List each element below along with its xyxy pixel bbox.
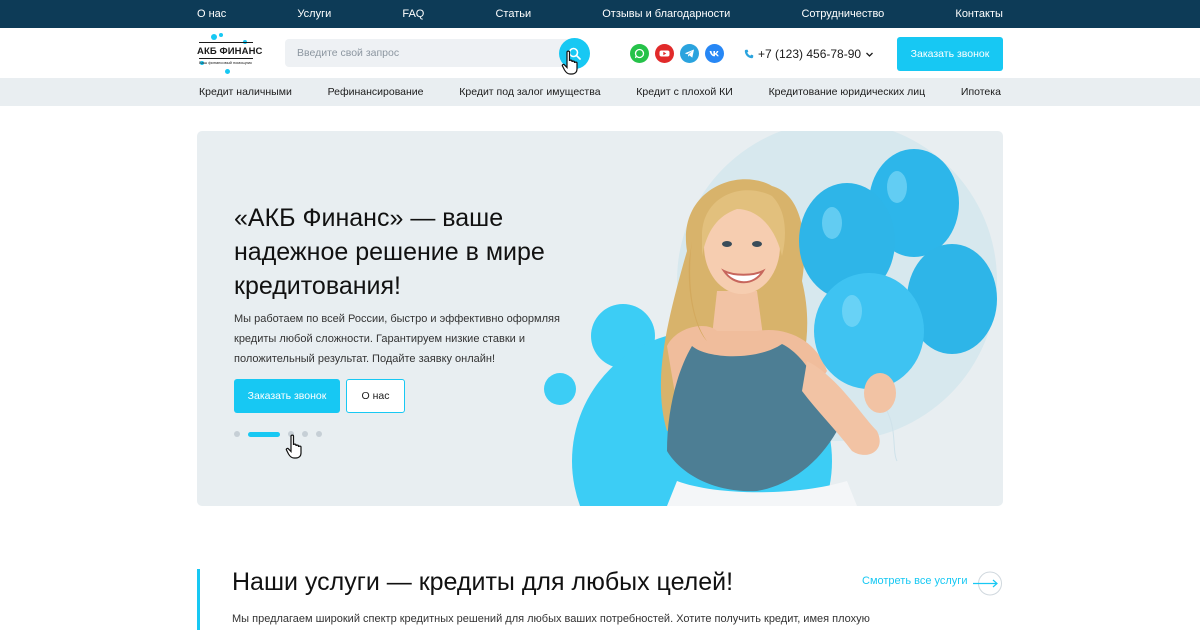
slider-dot[interactable] (316, 431, 322, 437)
slider-dot-active[interactable] (248, 431, 280, 437)
chevron-down-icon[interactable] (865, 50, 874, 59)
logo-line (199, 58, 253, 59)
top-bar: О нас Услуги FAQ Статьи Отзывы и благода… (0, 0, 1200, 28)
telegram-icon[interactable] (680, 44, 699, 63)
services-description: Мы предлагаем широкий спектр кредитных р… (232, 613, 870, 625)
services-title: Наши услуги — кредиты для любых целей! (232, 568, 734, 596)
top-link-articles[interactable]: Статьи (495, 8, 531, 20)
hero-call-button[interactable]: Заказать звонок (234, 379, 340, 413)
whatsapp-icon[interactable] (630, 44, 649, 63)
hand-cursor-icon (285, 434, 302, 459)
search-input[interactable]: Введите свой запрос (285, 39, 575, 67)
logo-dot (219, 33, 223, 37)
slider-dot[interactable] (234, 431, 240, 437)
logo-dot (225, 69, 230, 74)
logo-line (199, 42, 253, 43)
services-nav: Кредит наличными Рефинансирование Кредит… (0, 78, 1200, 106)
section-accent-bar (197, 569, 200, 630)
logo-text: АКБ ФИНАНС (197, 46, 263, 57)
header-call-button[interactable]: Заказать звонок (897, 37, 1003, 71)
telegram-glyph (684, 49, 694, 58)
top-link-services[interactable]: Услуги (297, 8, 331, 20)
phone-icon (744, 49, 754, 59)
logo-tagline: Ваш финансовый помощник (199, 60, 252, 65)
whatsapp-glyph (634, 48, 645, 59)
top-links: О нас Услуги FAQ Статьи Отзывы и благода… (197, 0, 1003, 28)
nav-item-refinancing[interactable]: Рефинансирование (328, 86, 424, 98)
phone-number[interactable]: +7 (123) 456-78-90 (744, 47, 874, 61)
top-link-reviews[interactable]: Отзывы и благодарности (602, 8, 730, 20)
search-placeholder: Введите свой запрос (297, 47, 400, 59)
hero-text: Мы работаем по всей России, быстро и эфф… (234, 313, 560, 365)
hand-cursor-icon (561, 50, 578, 75)
arrow-right-icon[interactable] (972, 571, 1003, 596)
vk-icon[interactable] (705, 44, 724, 63)
nav-item-secured-credit[interactable]: Кредит под залог имущества (459, 86, 600, 98)
vk-glyph (709, 51, 719, 57)
logo-dot (211, 34, 217, 40)
nav-item-business-credit[interactable]: Кредитование юридических лиц (769, 86, 926, 98)
hero-title: «АКБ Финанс» — ваше надежное решение в м… (234, 204, 545, 300)
hero-about-button[interactable]: О нас (346, 379, 405, 413)
top-link-cooperation[interactable]: Сотрудничество (801, 8, 884, 20)
top-link-faq[interactable]: FAQ (402, 8, 424, 20)
youtube-icon[interactable] (655, 44, 674, 63)
header (0, 28, 1200, 78)
logo[interactable]: АКБ ФИНАНС Ваш финансовый помощник (197, 33, 262, 75)
phone-text: +7 (123) 456-78-90 (758, 47, 862, 61)
youtube-glyph (659, 50, 670, 57)
hero-slider: «АКБ Финанс» — ваше надежное решение в м… (197, 131, 1003, 506)
nav-item-cash-credit[interactable]: Кредит наличными (199, 86, 292, 98)
services-nav-items: Кредит наличными Рефинансирование Кредит… (199, 78, 1001, 106)
top-link-contacts[interactable]: Контакты (955, 8, 1003, 20)
nav-item-bad-credit[interactable]: Кредит с плохой КИ (636, 86, 733, 98)
nav-item-mortgage[interactable]: Ипотека (961, 86, 1001, 98)
all-services-link[interactable]: Смотреть все услуги (862, 575, 967, 587)
slider-dots (234, 431, 322, 437)
top-link-about[interactable]: О нас (197, 8, 226, 20)
